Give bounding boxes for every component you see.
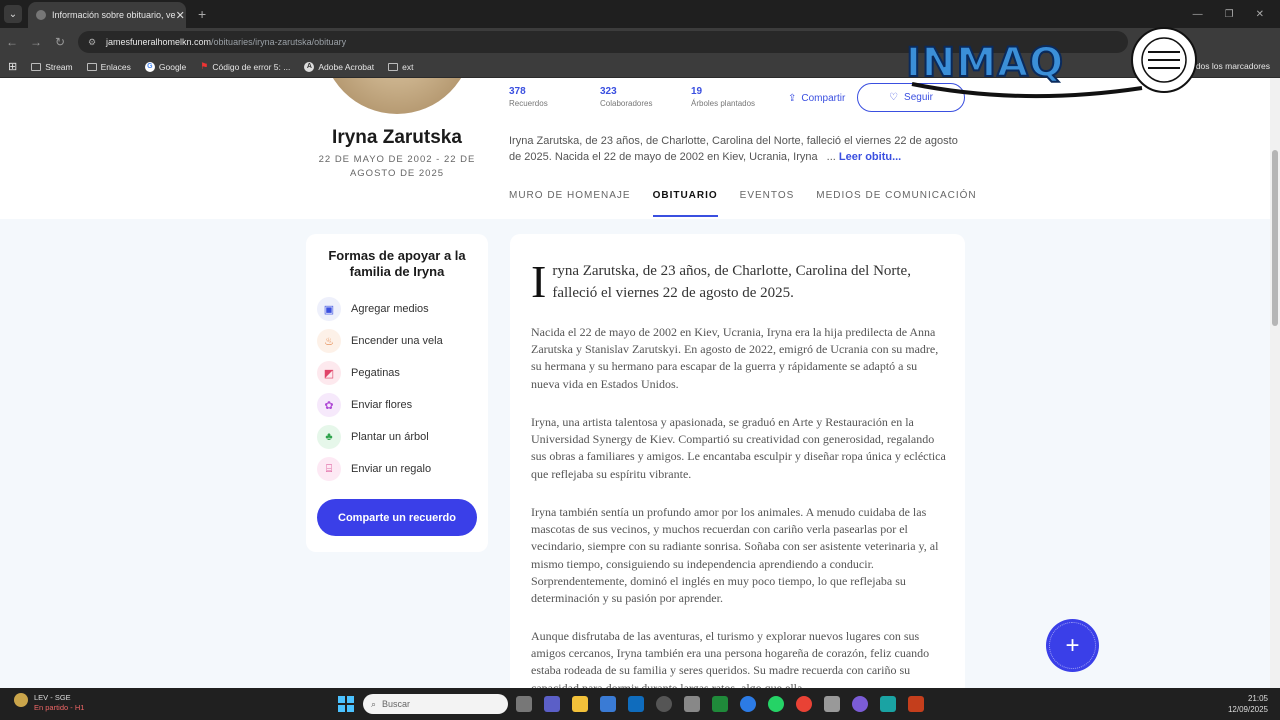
share-memory-fab[interactable]: + (1046, 619, 1099, 672)
scrollbar-thumb[interactable] (1272, 150, 1278, 326)
fab-ring (1049, 622, 1096, 669)
search-icon: ⌕ (371, 698, 377, 709)
window-controls: — ❐ ✕ (1193, 9, 1280, 20)
bookmark-google[interactable]: G Google (144, 61, 186, 72)
tab-obituary[interactable]: OBITUARIO (652, 190, 718, 217)
outlook-icon[interactable] (628, 696, 644, 712)
maximize-icon[interactable]: ❐ (1225, 9, 1234, 20)
url-path: /obituaries/iryna-zarutska/obituary (211, 37, 347, 47)
obituary-lead: Iryna Zarutska, de 23 años, de Charlotte… (531, 256, 911, 307)
heart-icon: ♡ (889, 92, 899, 103)
whatsapp-icon[interactable] (768, 696, 784, 712)
new-tab-button[interactable]: + (198, 6, 206, 22)
forward-icon[interactable]: → (24, 35, 48, 49)
folder-icon (31, 62, 42, 71)
profile-photo (322, 78, 472, 114)
bookmark-stream[interactable]: Stream (31, 62, 73, 72)
browser-tab[interactable]: Información sobre obituario, ve ✕ (28, 2, 186, 28)
option-send-flowers[interactable]: ✿ Enviar flores (317, 393, 412, 417)
sticker-icon: ◩ (317, 361, 341, 385)
weather-widget[interactable]: LEV - SGE En partido - H1 (14, 693, 84, 713)
inmaq-logo: INMAQ (905, 27, 1197, 99)
image-icon: ▣ (317, 297, 341, 321)
teams-icon[interactable] (544, 696, 560, 712)
team-badge-icon (14, 693, 28, 707)
flame-icon: ♨ (317, 329, 341, 353)
option-add-media[interactable]: ▣ Agregar medios (317, 297, 429, 321)
app-icon[interactable] (684, 696, 700, 712)
tab-events[interactable]: EVENTOS (740, 190, 795, 201)
bookmark-ext[interactable]: ext (388, 62, 413, 72)
tab-title: Información sobre obituario, ve (52, 10, 176, 20)
stat-contributors[interactable]: 323 Colaboradores (600, 86, 652, 108)
share-icon: ⇪ (788, 93, 797, 104)
tab-search-button[interactable]: ⌄ (4, 5, 22, 23)
minimize-icon[interactable]: — (1193, 9, 1203, 20)
read-more-link[interactable]: Leer obitu... (839, 151, 901, 163)
obituary-article: Iryna Zarutska, de 23 años, de Charlotte… (510, 234, 965, 688)
obituary-paragraph: Nacida el 22 de mayo de 2002 en Kiev, Uc… (531, 325, 939, 391)
page-scrollbar[interactable] (1270, 78, 1280, 688)
acrobat-icon: A (304, 61, 315, 72)
camtasia-icon[interactable] (712, 696, 728, 712)
apps-icon[interactable]: ⊞ (8, 60, 17, 73)
stat-memories[interactable]: 378 Recuerdos (509, 86, 548, 108)
system-clock[interactable]: 21:05 12/09/2025 (1228, 693, 1268, 715)
app-icon[interactable] (656, 696, 672, 712)
google-icon: G (144, 61, 155, 72)
share-memory-button[interactable]: Comparte un recuerdo (317, 499, 477, 536)
taskbar-apps (516, 696, 924, 712)
tab-tribute-wall[interactable]: MURO DE HOMENAJE (509, 190, 631, 201)
app-icon[interactable] (852, 696, 868, 712)
powerpoint-icon[interactable] (908, 696, 924, 712)
dropcap: I (531, 256, 547, 307)
deceased-name: Iryna Zarutska (332, 127, 462, 148)
tab-close-icon[interactable]: ✕ (176, 9, 185, 22)
share-button[interactable]: ⇪ Compartir (788, 93, 845, 104)
taskview-icon[interactable] (516, 696, 532, 712)
stat-trees[interactable]: 19 Árboles plantados (691, 86, 755, 108)
support-title: Formas de apoyar a la familia de Iryna (328, 248, 466, 279)
taskbar-search[interactable]: ⌕ Buscar (363, 694, 508, 714)
browser-tabbar: ⌄ Información sobre obituario, ve ✕ + — … (0, 0, 1280, 28)
life-dates: 22 DE MAYO DE 2002 - 22 DE AGOSTO DE 202… (318, 154, 476, 179)
folder-icon (86, 62, 97, 71)
windows-taskbar: LEV - SGE En partido - H1 ⌕ Buscar 21:05 12… (0, 688, 1280, 720)
tab-favicon-icon (36, 10, 46, 20)
obituary-paragraph: Aunque disfrutaba de las aventuras, el t… (531, 629, 930, 688)
obituary-page: Iryna Zarutska 22 DE MAYO DE 2002 - 22 D… (0, 78, 1270, 688)
profile-tabs: MURO DE HOMENAJE OBITUARIO EVENTOS MEDIO… (509, 190, 977, 217)
bookmark-enlaces[interactable]: Enlaces (86, 62, 131, 72)
explorer-icon[interactable] (572, 696, 588, 712)
reload-icon[interactable]: ↻ (48, 35, 72, 49)
error-icon: ⚑ (200, 61, 209, 71)
gift-icon: ⌸ (317, 457, 341, 481)
option-send-gift[interactable]: ⌸ Enviar un regalo (317, 457, 431, 481)
bookmark-acrobat[interactable]: A Adobe Acrobat (304, 61, 374, 72)
edge-icon[interactable] (740, 696, 756, 712)
option-light-candle[interactable]: ♨ Encender una vela (317, 329, 443, 353)
app-icon[interactable] (824, 696, 840, 712)
obituary-paragraph: Iryna también sentía un profundo amor po… (531, 505, 939, 606)
obituary-paragraph: Iryna, una artista talentosa y apasionad… (531, 415, 946, 481)
site-info-icon[interactable]: ⚙ (88, 37, 98, 47)
tree-icon: ♣ (317, 425, 341, 449)
support-card: Formas de apoyar a la familia de Iryna ▣… (306, 234, 488, 552)
folder-icon (388, 62, 399, 71)
chrome-icon[interactable] (796, 696, 812, 712)
close-window-icon[interactable]: ✕ (1256, 9, 1264, 20)
logo-text: INMAQ (906, 40, 1064, 86)
start-icon[interactable] (338, 696, 354, 712)
app-icon[interactable] (880, 696, 896, 712)
obituary-intro: Iryna Zarutska, de 23 años, de Charlotte… (509, 135, 958, 163)
all-bookmarks[interactable]: dos los marcadores (1196, 61, 1270, 71)
store-icon[interactable] (600, 696, 616, 712)
option-stickers[interactable]: ◩ Pegatinas (317, 361, 400, 385)
bookmark-error[interactable]: ⚑ Código de error 5: ... (200, 61, 290, 72)
back-icon[interactable]: ← (0, 35, 24, 49)
option-plant-tree[interactable]: ♣ Plantar un árbol (317, 425, 429, 449)
url-host: jamesfuneralhomelkn.com (106, 37, 212, 47)
tab-media[interactable]: MEDIOS DE COMUNICACIÓN (816, 190, 976, 201)
flower-icon: ✿ (317, 393, 341, 417)
